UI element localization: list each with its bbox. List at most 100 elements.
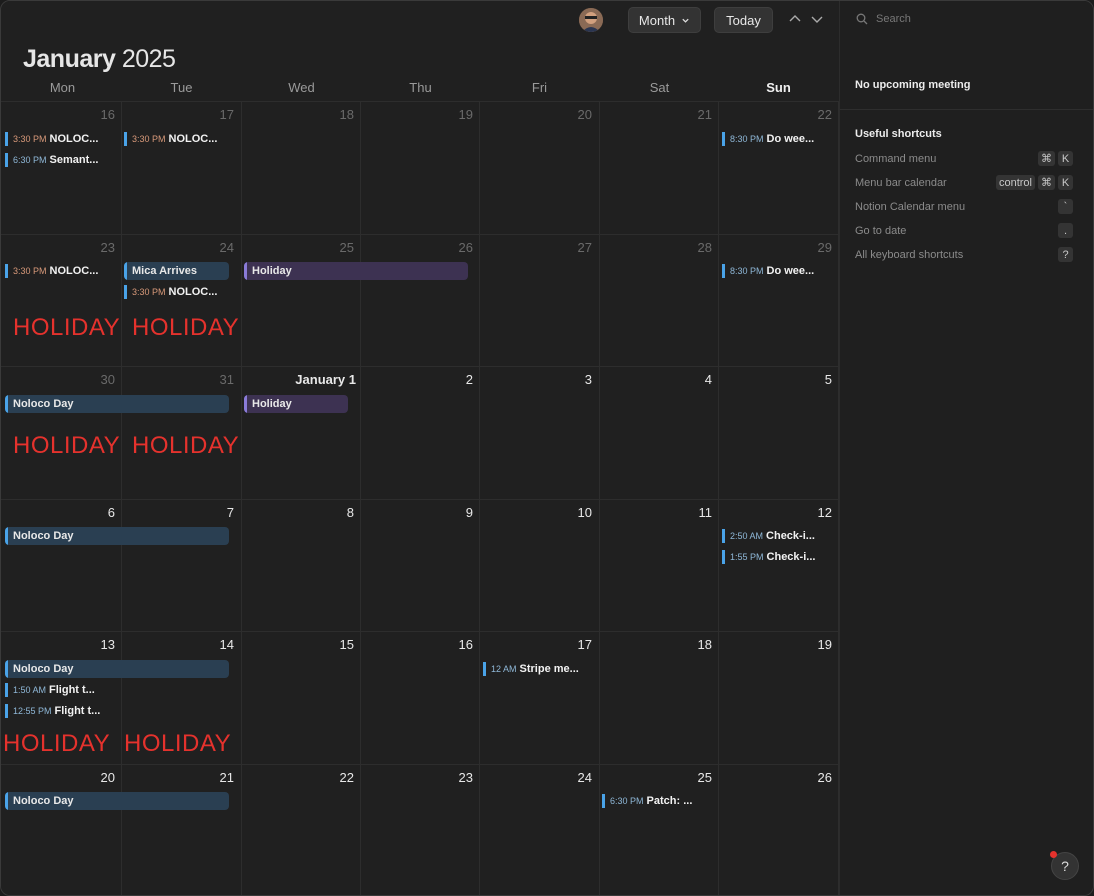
event-color-bar (722, 264, 725, 278)
day-number[interactable]: 19 (752, 637, 832, 652)
calendar-event[interactable]: 12 AM Stripe me... (483, 662, 595, 676)
day-number[interactable]: 24 (512, 770, 592, 785)
day-number[interactable]: 5 (752, 372, 832, 387)
event-color-bar (722, 550, 725, 564)
allday-event[interactable]: Noloco Day (5, 395, 229, 413)
day-number[interactable]: 26 (393, 240, 473, 255)
allday-event[interactable]: Noloco Day (5, 792, 229, 810)
calendar-event[interactable]: 1:50 AM Flight t... (5, 683, 117, 697)
event-color-bar (722, 529, 725, 543)
day-number[interactable]: 22 (752, 107, 832, 122)
key-cap: control (995, 175, 1035, 190)
day-number[interactable]: 17 (154, 107, 234, 122)
day-number[interactable]: 21 (632, 107, 712, 122)
event-title: Noloco Day (13, 795, 74, 807)
calendar-event[interactable]: 3:30 PM NOLOC... (5, 264, 117, 278)
day-number[interactable]: 14 (154, 637, 234, 652)
shortcut-row: Command menu ⌘ K (855, 151, 1073, 166)
day-number[interactable]: 26 (752, 770, 832, 785)
allday-event[interactable]: Noloco Day (5, 527, 229, 545)
shortcut-row: Go to date . (855, 223, 1073, 238)
view-select[interactable]: Month (628, 7, 701, 33)
day-number[interactable]: 13 (35, 637, 115, 652)
grid-line (1, 234, 839, 235)
day-number[interactable]: 23 (35, 240, 115, 255)
calendar-event[interactable]: 8:30 PM Do wee... (722, 132, 834, 146)
month-view: Month Today January 2025 Mon Tue Wed Thu… (1, 1, 839, 895)
day-number[interactable]: 18 (274, 107, 354, 122)
calendar-event[interactable]: 3:30 PM NOLOC... (124, 285, 236, 299)
day-number[interactable]: 10 (512, 505, 592, 520)
day-number[interactable]: 20 (35, 770, 115, 785)
grid-line (718, 102, 719, 895)
day-number[interactable]: 30 (35, 372, 115, 387)
day-number[interactable]: 20 (512, 107, 592, 122)
divider (840, 109, 1093, 110)
event-color-bar (483, 662, 486, 676)
allday-event[interactable]: Mica Arrives (124, 262, 229, 280)
event-time: 8:30 PM (730, 134, 764, 144)
calendar-event[interactable]: 6:30 PM Semant... (5, 153, 117, 167)
next-month-icon[interactable] (810, 12, 824, 26)
day-number[interactable]: 24 (154, 240, 234, 255)
calendar-event[interactable]: 1:55 PM Check-i... (722, 550, 834, 564)
event-title: Semant... (49, 154, 99, 166)
allday-event[interactable]: Holiday (244, 395, 348, 413)
event-color-bar (5, 683, 8, 697)
day-number[interactable]: 25 (274, 240, 354, 255)
event-title: Flight t... (49, 684, 95, 696)
day-number[interactable]: 8 (274, 505, 354, 520)
day-number[interactable]: 21 (154, 770, 234, 785)
calendar-event[interactable]: 3:30 PM NOLOC... (124, 132, 236, 146)
day-number[interactable]: 16 (35, 107, 115, 122)
day-number[interactable]: 27 (512, 240, 592, 255)
event-title: NOLOC... (168, 133, 218, 145)
user-avatar[interactable] (579, 8, 603, 32)
allday-event[interactable]: Holiday (244, 262, 468, 280)
day-number[interactable]: 2 (393, 372, 473, 387)
calendar-event[interactable]: 12:55 PM Flight t... (5, 704, 117, 718)
day-number[interactable]: 6 (35, 505, 115, 520)
search-input[interactable]: Search (856, 13, 911, 25)
day-number[interactable]: 18 (632, 637, 712, 652)
day-number[interactable]: 25 (632, 770, 712, 785)
key-cap: ⌘ (1038, 151, 1055, 166)
event-time: 3:30 PM (132, 287, 166, 297)
calendar-event[interactable]: 6:30 PM Patch: ... (602, 794, 714, 808)
day-number[interactable]: 12 (752, 505, 832, 520)
day-number[interactable]: 17 (512, 637, 592, 652)
day-number[interactable]: 11 (632, 505, 713, 520)
calendar-event[interactable]: 3:30 PM NOLOC... (5, 132, 117, 146)
today-button[interactable]: Today (714, 7, 773, 33)
allday-event[interactable]: Noloco Day (5, 660, 229, 678)
event-time: 12:55 PM (13, 706, 52, 716)
event-time: 8:30 PM (730, 266, 764, 276)
shortcut-row[interactable]: All keyboard shortcuts ? (855, 247, 1073, 262)
day-number[interactable]: 4 (632, 372, 712, 387)
day-number[interactable]: 3 (512, 372, 592, 387)
event-title: NOLOC... (49, 133, 99, 145)
dow-tue: Tue (170, 80, 193, 95)
previous-month-icon[interactable] (788, 12, 802, 26)
holiday-label: HOLIDAY (13, 432, 121, 459)
grid-line (1, 101, 839, 102)
day-number[interactable]: January 1 (216, 372, 356, 387)
key-cap: K (1058, 175, 1073, 190)
day-number[interactable]: 9 (393, 505, 473, 520)
day-number[interactable]: 22 (274, 770, 354, 785)
day-number[interactable]: 28 (632, 240, 712, 255)
event-title: Holiday (252, 265, 292, 277)
event-title: Noloco Day (13, 663, 74, 675)
day-number[interactable]: 15 (274, 637, 354, 652)
day-number[interactable]: 29 (752, 240, 832, 255)
calendar-event[interactable]: 8:30 PM Do wee... (722, 264, 834, 278)
shortcut-row: Menu bar calendar control ⌘ K (855, 175, 1073, 190)
help-button[interactable]: ? (1050, 851, 1079, 880)
day-number[interactable]: 16 (393, 637, 473, 652)
dow-sat: Sat (649, 80, 670, 95)
day-number[interactable]: 7 (154, 505, 234, 520)
calendar-event[interactable]: 2:50 AM Check-i... (722, 529, 834, 543)
day-number[interactable]: 19 (393, 107, 473, 122)
dow-fri: Fri (531, 80, 548, 95)
day-number[interactable]: 23 (393, 770, 473, 785)
